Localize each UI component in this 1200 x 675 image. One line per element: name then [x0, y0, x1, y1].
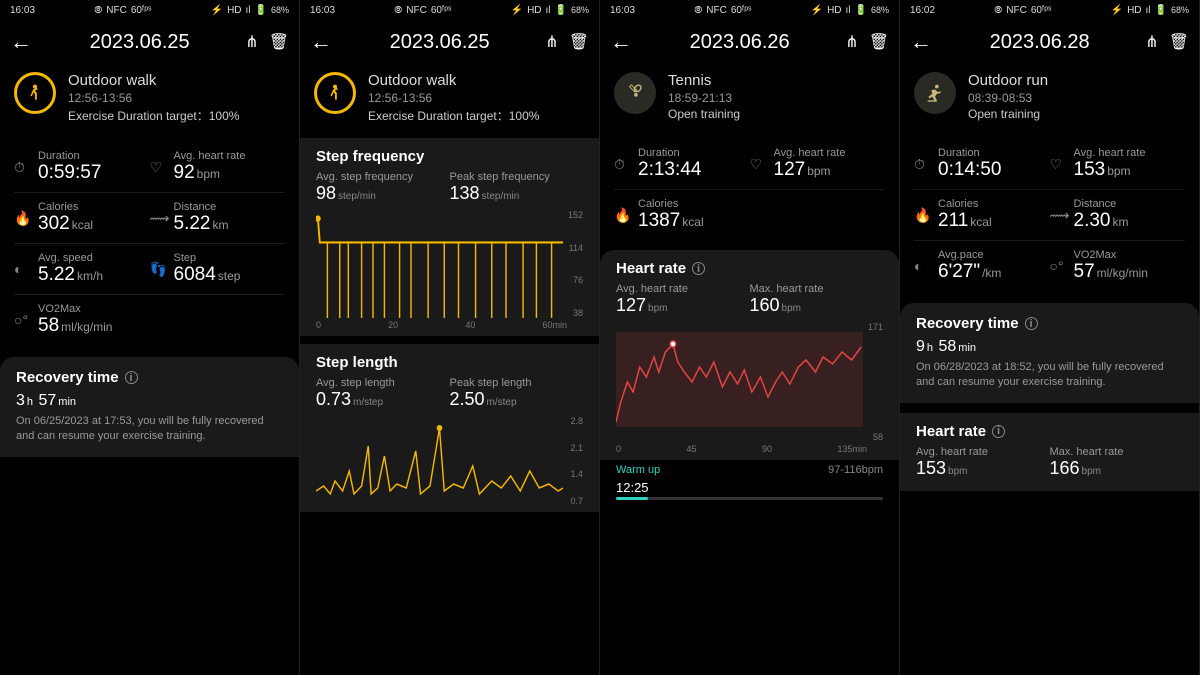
calories-value: 1387	[638, 210, 680, 231]
vo2-icon: ○°	[1050, 258, 1066, 274]
delete-icon[interactable]: 🗑	[1169, 32, 1189, 52]
duration-value: 0:59:57	[38, 162, 101, 183]
pace-icon: ◐	[914, 258, 930, 274]
clock-icon: ⏱	[914, 156, 930, 173]
tennis-icon	[614, 72, 656, 114]
peak-step-freq: 138	[450, 183, 480, 203]
max-hr: 166	[1050, 458, 1080, 478]
calories-value: 211	[938, 210, 968, 231]
step-frequency-card: Step frequency Avg. step frequency98step…	[300, 138, 599, 336]
distance-value: 2.30	[1074, 210, 1111, 231]
avg-hr: 153	[916, 458, 946, 478]
info-icon[interactable]: i	[692, 262, 705, 275]
activity-time: 12:56-13:56	[68, 91, 239, 105]
avg-hr-value: 127	[774, 159, 806, 180]
avg-hr-value: 153	[1074, 159, 1106, 180]
route-icon: ⟿	[150, 210, 166, 227]
page-date: 2023.06.28	[944, 31, 1135, 54]
heart-rate-chart: 17158	[616, 322, 883, 442]
info-icon[interactable]: i	[125, 371, 138, 384]
page-date: 2023.06.26	[644, 31, 835, 54]
max-hr: 160	[750, 295, 780, 315]
recovery-card: Recovery timei 3h 57min On 06/25/2023 at…	[0, 357, 299, 457]
recovery-text: On 06/25/2023 at 17:53, you will be full…	[16, 414, 283, 445]
heart-rate-card: Heart ratei Avg. heart rate153bpm Max. h…	[900, 413, 1199, 491]
step-length-card: Step length Avg. step length0.73m/step P…	[300, 344, 599, 512]
back-icon[interactable]: ←	[910, 29, 932, 55]
delete-icon[interactable]: 🗑	[869, 32, 889, 52]
flame-icon: 🔥	[914, 207, 930, 224]
avg-hr-value: 92	[174, 162, 195, 183]
status-bar: 16:03 ⦾NFC60ᶠᵖˢ ⚡HDıl🔋68%	[0, 0, 299, 20]
pace-value: 6'27"	[938, 261, 980, 282]
screen-walk-steps: 16:03 ⦾NFC60ᶠᵖˢ ⚡HDıl🔋68% ← 2023.06.25 ⋔…	[300, 0, 600, 675]
speed-icon: ◐	[14, 261, 30, 277]
duration-value: 2:13:44	[638, 159, 701, 180]
calories-value: 302	[38, 213, 70, 234]
info-icon[interactable]: i	[992, 425, 1005, 438]
step-length-chart: 2.82.11.40.7	[316, 416, 583, 506]
status-bar: 16:03 ⦾NFC60ᶠᵖˢ ⚡HDıl🔋68%	[600, 0, 899, 20]
recovery-card: Recovery timei 9h 58min On 06/28/2023 at…	[900, 303, 1199, 403]
activity-header: Outdoor walk 12:56-13:56 Exercise Durati…	[0, 64, 299, 138]
heart-rate-card: Heart ratei Avg. heart rate127bpm Max. h…	[600, 250, 899, 460]
delete-icon[interactable]: 🗑	[569, 32, 589, 52]
distance-value: 5.22	[174, 213, 211, 234]
status-bar: 16:02 ⦾NFC60ᶠᵖˢ ⚡HDıl🔋68%	[900, 0, 1199, 20]
heart-icon: ♡	[150, 159, 166, 176]
info-icon[interactable]: i	[1025, 317, 1038, 330]
share-icon[interactable]: ⋔	[1145, 32, 1158, 52]
avg-step-freq: 98	[316, 183, 336, 203]
vo2max-value: 58	[38, 315, 59, 336]
page-date: 2023.06.25	[344, 31, 535, 54]
status-bar: 16:03 ⦾NFC60ᶠᵖˢ ⚡HDıl🔋68%	[300, 0, 599, 20]
run-icon	[914, 72, 956, 114]
warmup-time: 12:25	[600, 480, 899, 495]
clock-icon: ⏱	[14, 159, 30, 176]
peak-step-length: 2.50	[450, 389, 485, 409]
back-icon[interactable]: ←	[10, 29, 32, 55]
steps-value: 6084	[174, 264, 216, 285]
screen-walk-summary: 16:03 ⦾NFC60ᶠᵖˢ ⚡HDıl🔋68% ← 2023.06.25 ⋔…	[0, 0, 300, 675]
activity-title: Outdoor walk	[68, 72, 239, 89]
back-icon[interactable]: ←	[610, 29, 632, 55]
footprint-icon: 👣	[150, 261, 166, 278]
walk-icon	[314, 72, 356, 114]
avg-step-length: 0.73	[316, 389, 351, 409]
delete-icon[interactable]: 🗑	[269, 32, 289, 52]
warmup-range: 97-116bpm	[828, 464, 883, 476]
avg-hr: 127	[616, 295, 646, 315]
activity-target: Exercise Duration target：100%	[68, 107, 239, 124]
duration-value: 0:14:50	[938, 159, 1001, 180]
share-icon[interactable]: ⋔	[245, 32, 258, 52]
vo2-icon: ○°	[14, 312, 30, 328]
warmup-progress	[616, 497, 883, 500]
clock-icon: ⏱	[614, 156, 630, 173]
screen-run: 16:02 ⦾NFC60ᶠᵖˢ ⚡HDıl🔋68% ← 2023.06.28 ⋔…	[900, 0, 1200, 675]
share-icon[interactable]: ⋔	[845, 32, 858, 52]
page-date: 2023.06.25	[44, 31, 235, 54]
step-frequency-chart: 1521147638	[316, 210, 583, 318]
heart-icon: ♡	[750, 156, 766, 173]
speed-value: 5.22	[38, 264, 75, 285]
route-icon: ⟿	[1050, 207, 1066, 224]
walk-icon	[14, 72, 56, 114]
status-time: 16:03	[10, 5, 35, 16]
flame-icon: 🔥	[614, 207, 630, 224]
heart-icon: ♡	[1050, 156, 1066, 173]
warmup-label: Warm up	[616, 464, 660, 476]
vo2max-value: 57	[1074, 261, 1095, 282]
back-icon[interactable]: ←	[310, 29, 332, 55]
screen-tennis: 16:03 ⦾NFC60ᶠᵖˢ ⚡HDıl🔋68% ← 2023.06.26 ⋔…	[600, 0, 900, 675]
share-icon[interactable]: ⋔	[545, 32, 558, 52]
flame-icon: 🔥	[14, 210, 30, 227]
